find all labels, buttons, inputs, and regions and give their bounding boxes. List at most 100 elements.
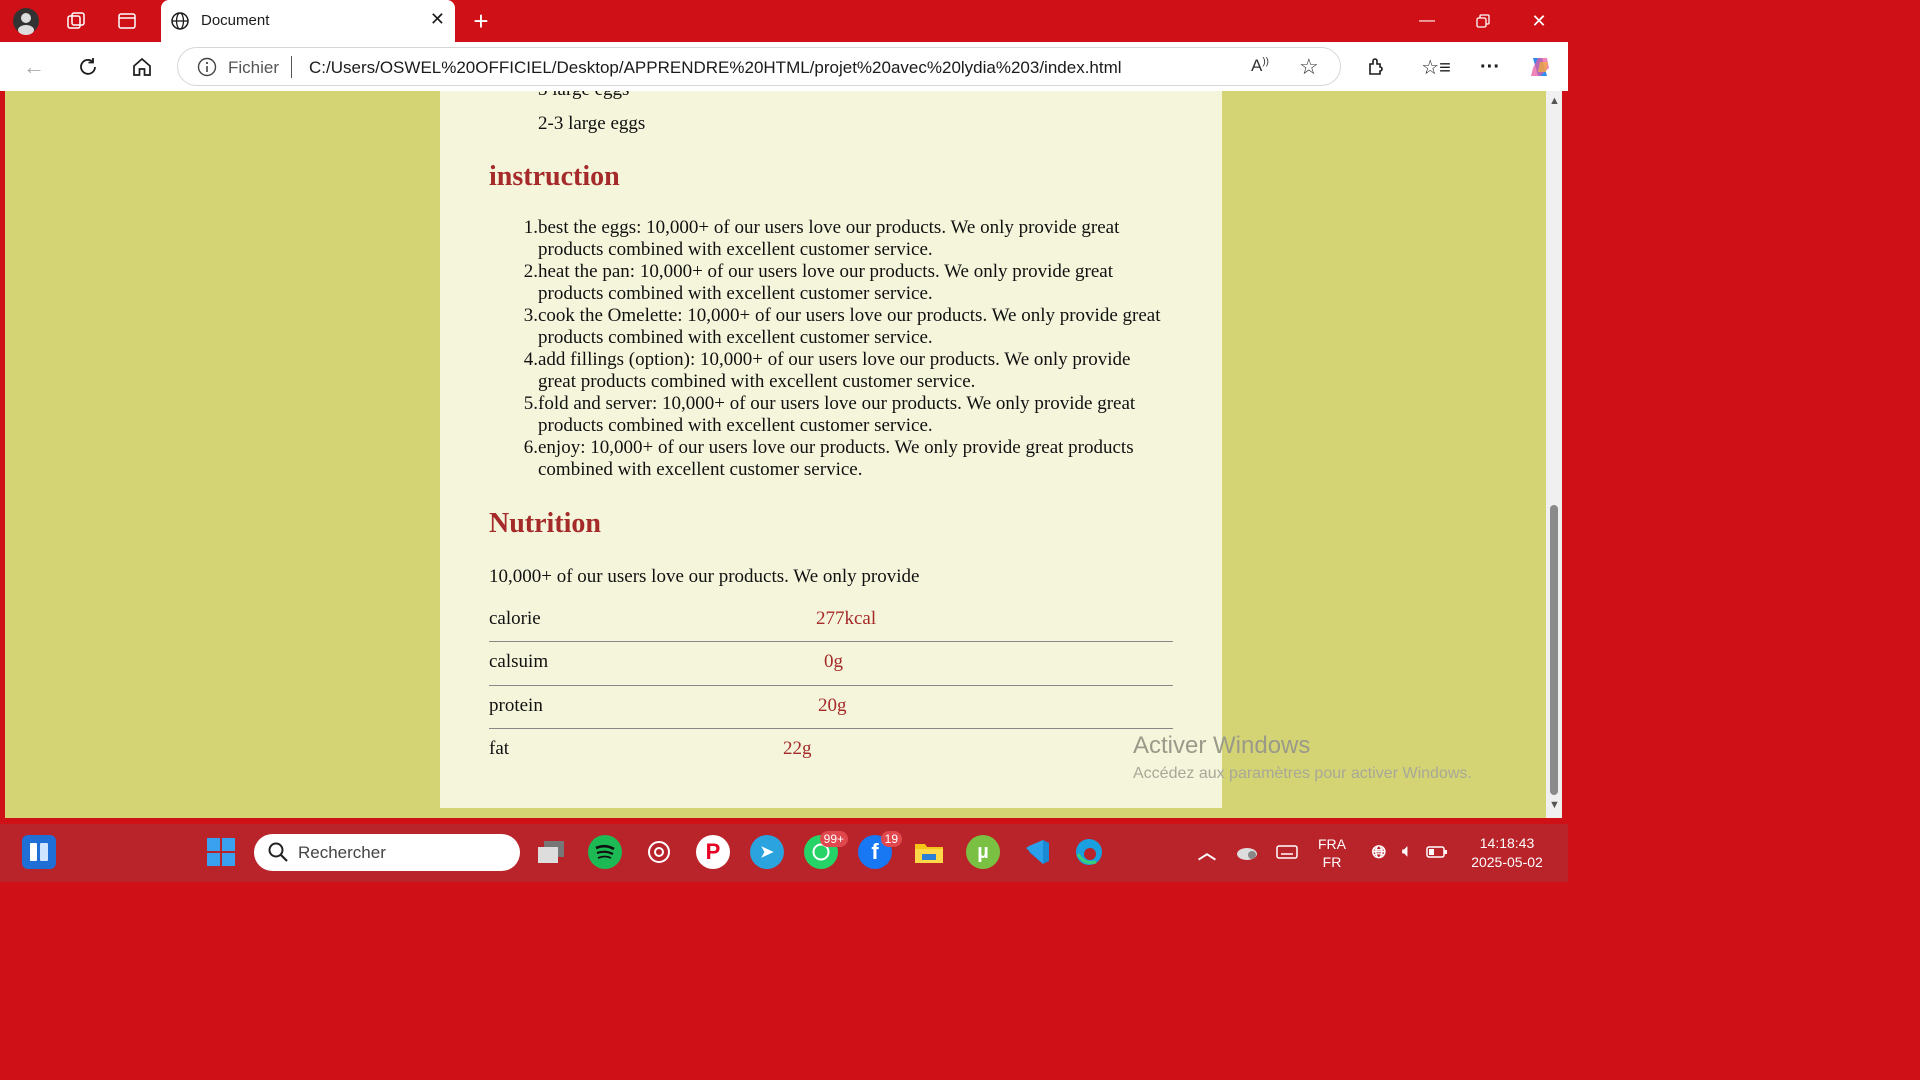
clock-time: 14:18:43: [1479, 835, 1535, 851]
step-number: 4.: [523, 349, 538, 370]
nutrient-label: calorie: [489, 608, 541, 629]
battery-icon[interactable]: [1420, 835, 1454, 869]
step-number: 6.: [523, 437, 538, 458]
step-text: add fillings (option): 10,000+ of our us…: [538, 349, 1131, 392]
tab-actions-icon[interactable]: [113, 7, 141, 35]
step-text: fold and server: 10,000+ of our users lo…: [538, 393, 1136, 436]
table-row: protein 20g: [489, 686, 1173, 729]
activation-watermark-subtitle: Accédez aux paramètres pour activer Wind…: [1133, 765, 1472, 782]
step-text: cook the Omelette: 10,000+ of our users …: [538, 305, 1161, 348]
step-number: 2.: [523, 261, 538, 282]
globe-icon: [170, 11, 190, 36]
nutrient-value: 0g: [824, 651, 843, 673]
list-item: 5. fold and server: 10,000+ of our users …: [489, 393, 1169, 437]
home-icon[interactable]: [127, 52, 157, 82]
list-item: 2. heat the pan: 10,000+ of our users lov…: [489, 261, 1169, 305]
search-icon: [267, 841, 289, 868]
whatsapp-icon[interactable]: 99+: [804, 831, 848, 869]
whatsapp-badge: 99+: [819, 831, 848, 847]
table-row: calsuim 0g: [489, 642, 1173, 686]
file-explorer-icon[interactable]: [912, 835, 946, 869]
scroll-down-arrow-icon[interactable]: ▼: [1549, 799, 1560, 811]
windows-taskbar: Rechercher P ➤ 99+ f 19 µ ︿ FRA FR 🌐︎ 🔈︎: [0, 824, 1568, 882]
cropped-ingredient: 3 large eggs: [538, 91, 629, 101]
close-tab-icon[interactable]: ✕: [430, 9, 445, 30]
show-hidden-icons-chevron-icon[interactable]: ︿: [1190, 835, 1224, 869]
refresh-icon[interactable]: [73, 52, 103, 82]
recipe-content: 3 large eggs 2-3 large eggs instruction …: [440, 91, 1222, 808]
back-arrow-icon[interactable]: ←: [19, 52, 49, 82]
start-icon[interactable]: [204, 835, 238, 869]
facebook-icon[interactable]: f 19: [858, 831, 902, 869]
favorites-icon[interactable]: ☆≡: [1421, 52, 1451, 82]
scrollbar-thumb[interactable]: [1550, 505, 1558, 795]
clock-date: 2025-05-02: [1471, 854, 1543, 870]
instruction-heading: instruction: [489, 161, 620, 192]
vertical-scrollbar[interactable]: ▲ ▼: [1546, 91, 1562, 818]
copilot-icon[interactable]: [1525, 52, 1555, 82]
telegram-icon[interactable]: ➤: [750, 835, 784, 869]
spotify-icon[interactable]: [588, 835, 622, 869]
favorite-star-icon[interactable]: ☆: [1299, 54, 1319, 80]
address-bar[interactable]: Fichier C:/Users/OSWEL%20OFFICIEL/Deskto…: [177, 47, 1341, 86]
vscode-icon[interactable]: [1020, 835, 1054, 869]
nutrient-value: 22g: [783, 737, 812, 759]
more-options-icon[interactable]: ···: [1475, 52, 1505, 82]
instruction-list: 1. best the eggs: 10,000+ of our users lo…: [489, 217, 1169, 481]
nutrient-label: protein: [489, 694, 543, 716]
restore-icon[interactable]: [1468, 8, 1498, 34]
clock[interactable]: 14:18:43 2025-05-02: [1462, 835, 1552, 870]
widgets-icon[interactable]: [22, 835, 56, 869]
language-indicator[interactable]: FRA FR: [1312, 836, 1352, 870]
activation-watermark-title: Activer Windows: [1133, 732, 1311, 759]
close-window-icon[interactable]: ✕: [1524, 8, 1554, 34]
nutrition-heading: Nutrition: [489, 508, 601, 539]
facebook-badge: 19: [880, 831, 902, 847]
task-view-icon[interactable]: [534, 835, 568, 869]
step-text: enjoy: 10,000+ of our users love our pro…: [538, 437, 1134, 480]
step-text: heat the pan: 10,000+ of our users love …: [538, 261, 1114, 304]
address-url[interactable]: C:/Users/OSWEL%20OFFICIEL/Desktop/APPREN…: [309, 58, 1122, 78]
page-viewport: 3 large eggs 2-3 large eggs instruction …: [5, 91, 1546, 818]
scroll-up-arrow-icon[interactable]: ▲: [1549, 95, 1560, 107]
nutrition-intro: 10,000+ of our users love our products. …: [489, 566, 920, 587]
search-placeholder: Rechercher: [298, 843, 386, 862]
read-aloud-icon[interactable]: A)): [1251, 56, 1269, 76]
table-row: fat 22g: [489, 729, 1173, 772]
step-number: 3.: [523, 305, 538, 326]
tab-title: Document: [201, 12, 270, 29]
list-item: 3. cook the Omelette: 10,000+ of our user…: [489, 305, 1169, 349]
minimize-icon[interactable]: —: [1412, 8, 1442, 34]
nutrient-value: 20g: [818, 694, 847, 716]
address-scheme: Fichier: [228, 58, 280, 77]
language-top: FRA: [1318, 836, 1346, 852]
step-number: 5.: [523, 393, 538, 414]
list-item: 1. best the eggs: 10,000+ of our users lo…: [489, 217, 1169, 261]
tab-document[interactable]: Document ✕: [161, 0, 455, 42]
pinterest-icon[interactable]: P: [696, 835, 730, 869]
browser-titlebar: Document ✕ + — ✕: [0, 0, 1568, 42]
edge-icon[interactable]: [1072, 835, 1106, 869]
workspaces-icon[interactable]: [62, 7, 90, 35]
step-number: 1.: [523, 217, 538, 238]
ingredient-item: 2-3 large eggs: [538, 113, 646, 134]
nutrient-label: calsuim: [489, 651, 549, 673]
language-bottom: FR: [1322, 854, 1342, 870]
volume-icon[interactable]: 🔈︎: [1390, 835, 1424, 869]
extensions-icon[interactable]: [1361, 52, 1391, 82]
step-text: best the eggs: 10,000+ of our users love…: [538, 217, 1120, 260]
keyboard-icon[interactable]: [1270, 835, 1304, 869]
table-row: calorie 277kcal: [489, 599, 1173, 643]
new-tab-icon[interactable]: +: [467, 6, 495, 36]
nutrient-value: 277kcal: [816, 608, 877, 629]
nutrition-table: calorie 277kcal calsuim 0g protein 20g f…: [489, 599, 1173, 772]
onedrive-icon[interactable]: [1230, 835, 1264, 869]
list-item: 4. add fillings (option): 10,000+ of our …: [489, 349, 1169, 393]
info-icon[interactable]: [197, 57, 217, 82]
utorrent-icon[interactable]: µ: [966, 835, 1000, 869]
chatgpt-icon[interactable]: [642, 835, 676, 869]
taskbar-search-input[interactable]: Rechercher: [254, 834, 520, 871]
browser-toolbar: ← Fichier C:/Users/OSWEL%20OFFICIEL/Desk…: [0, 42, 1568, 91]
profile-avatar-icon[interactable]: [12, 7, 40, 35]
nutrient-label: fat: [489, 737, 510, 759]
